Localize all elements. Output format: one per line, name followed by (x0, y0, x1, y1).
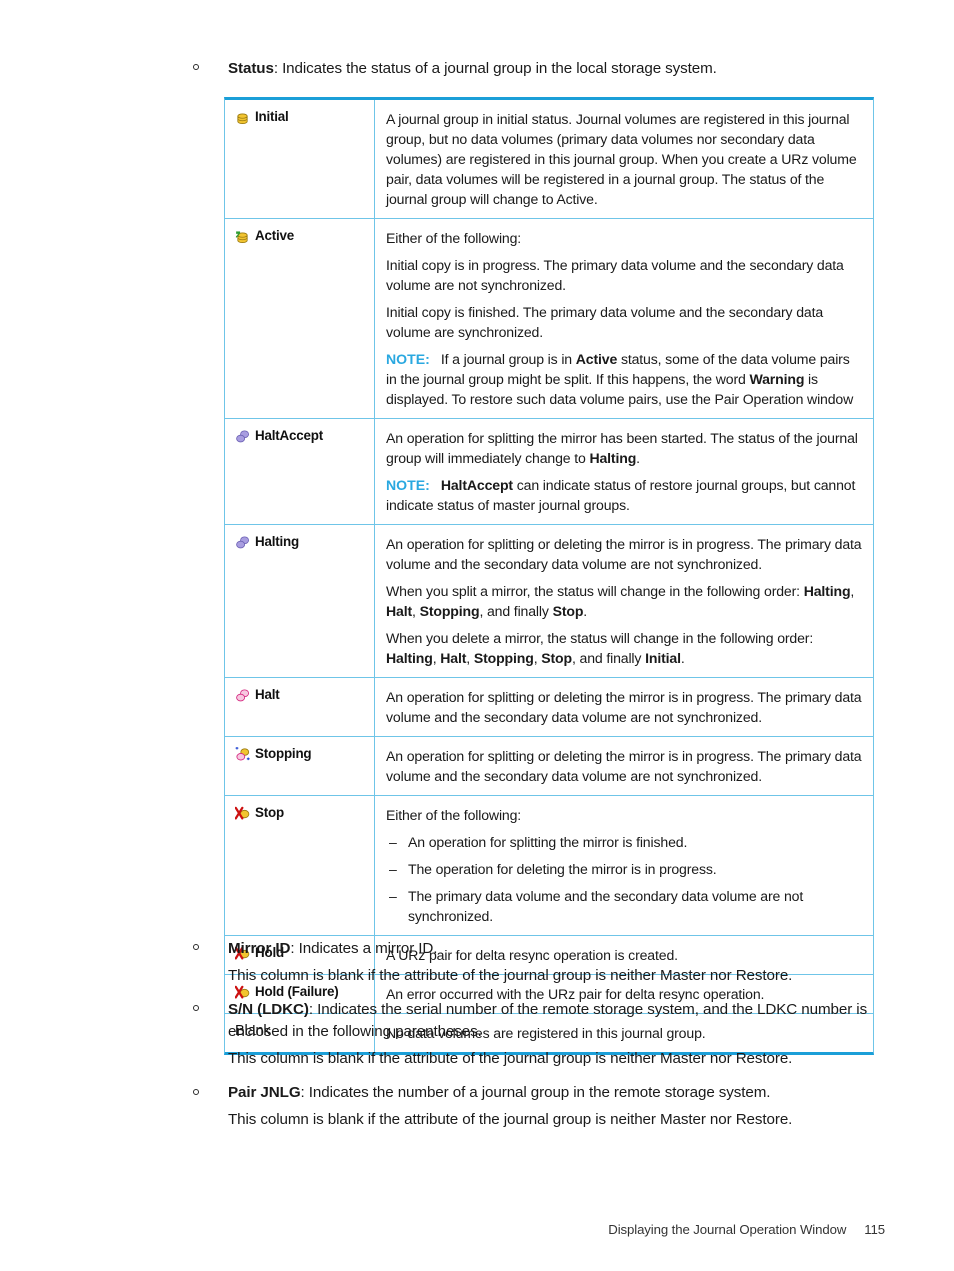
status-label-cell: Halt (225, 678, 375, 736)
status-label: Initial (255, 109, 289, 124)
journal-group-active-icon (235, 228, 250, 244)
bullet-circle-icon (193, 1005, 199, 1012)
bullet-circle-icon (193, 1088, 199, 1095)
bullet-item: S/N (LDKC): Indicates the serial number … (193, 999, 893, 1043)
status-term: Status (228, 60, 274, 77)
list-item: The primary data volume and the secondar… (386, 886, 863, 926)
status-bullet-text: Status: Indicates the status of a journa… (228, 58, 893, 80)
table-row: Halting An operation for splitting or del… (225, 525, 873, 678)
list-item: The operation for deleting the mirror is… (386, 859, 863, 879)
bullet-term: S/N (LDKC) (228, 1001, 309, 1019)
status-label-cell: Halting (225, 525, 375, 677)
status-description-cell: Either of the following: An operation for… (375, 796, 873, 935)
journal-group-halt-icon (235, 687, 250, 703)
journal-group-status-table: Initial A journal group in initial status… (224, 97, 874, 1055)
table-row: HaltAccept An operation for splitting the… (225, 419, 873, 525)
description-paragraph: Initial copy is in progress. The primary… (386, 257, 844, 293)
page-footer: Displaying the Journal Operation Window 1… (0, 1222, 954, 1237)
bullet-subparagraph: This column is blank if the attribute of… (228, 967, 793, 985)
description-paragraph: An operation for splitting or deleting t… (386, 748, 862, 784)
table-row: Halt An operation for splitting or deleti… (225, 678, 873, 737)
status-description-cell: An operation for splitting the mirror ha… (375, 419, 873, 524)
description-paragraph: Initial copy is finished. The primary da… (386, 304, 824, 340)
status-label-cell: HaltAccept (225, 419, 375, 524)
bullet-text: Pair JNLG: Indicates the number of a jou… (228, 1082, 893, 1104)
status-label-cell: Stopping (225, 737, 375, 795)
table-row: Stop Either of the following: An operation… (225, 796, 873, 936)
bullet-group: Pair JNLG: Indicates the number of a jou… (193, 1082, 893, 1131)
table-row: Initial A journal group in initial status… (225, 100, 873, 219)
note-label: NOTE: (386, 477, 430, 493)
status-description-cell: Either of the following: Initial copy is … (375, 219, 873, 418)
list-item: An operation for splitting the mirror is… (386, 832, 863, 852)
status-label: Stopping (255, 746, 312, 761)
status-bullet-block: Status: Indicates the status of a journa… (193, 58, 893, 80)
description-dash-list: An operation for splitting the mirror is… (386, 832, 863, 926)
bullet-circle-icon (193, 64, 199, 71)
status-label: Halting (255, 534, 299, 549)
bullet-item: Pair JNLG: Indicates the number of a jou… (193, 1082, 893, 1104)
bullet-circle-icon (193, 944, 199, 951)
bullet-item: Mirror ID: Indicates a mirror ID. (193, 938, 893, 960)
bullet-rest: : Indicates the serial number of the rem… (228, 1001, 868, 1041)
bullet-text: Mirror ID: Indicates a mirror ID. (228, 938, 893, 960)
journal-group-haltaccept-icon (235, 428, 250, 444)
status-label: HaltAccept (255, 428, 323, 443)
status-label-cell: Active (225, 219, 375, 418)
bullet-item-status: Status: Indicates the status of a journa… (193, 58, 893, 80)
bullet-term: Pair JNLG (228, 1084, 301, 1102)
status-label: Stop (255, 805, 284, 820)
journal-group-stop-icon (235, 805, 250, 821)
footer-title: Displaying the Journal Operation Window (608, 1222, 847, 1237)
table-row: Active Either of the following: Initial co… (225, 219, 873, 419)
journal-group-initial-icon (235, 109, 250, 125)
bullet-subparagraph: This column is blank if the attribute of… (228, 1111, 793, 1129)
note-label: NOTE: (386, 351, 430, 367)
description-paragraph: When you split a mirror, the status will… (386, 583, 855, 619)
bullet-subparagraph: This column is blank if the attribute of… (228, 1050, 793, 1068)
note-paragraph: NOTE: HaltAccept can indicate status of r… (386, 477, 856, 513)
description-paragraph: An operation for splitting the mirror ha… (386, 430, 858, 466)
table-row: Stopping An operation for splitting or de… (225, 737, 873, 796)
status-label-cell: Stop (225, 796, 375, 935)
page-number: 115 (864, 1222, 885, 1237)
status-label: Halt (255, 687, 280, 702)
description-paragraph: An operation for splitting or deleting t… (386, 689, 862, 725)
status-description-cell: A journal group in initial status. Journ… (375, 100, 873, 218)
bullet-rest: : Indicates a mirror ID. (290, 940, 438, 957)
status-label-cell: Initial (225, 100, 375, 218)
bullet-text: S/N (LDKC): Indicates the serial number … (228, 999, 893, 1043)
description-paragraph: A journal group in initial status. Journ… (386, 111, 857, 207)
status-label: Active (255, 228, 294, 243)
bullet-group: Mirror ID: Indicates a mirror ID. This co… (193, 938, 893, 987)
attribute-bullets-block: Mirror ID: Indicates a mirror ID. This co… (193, 938, 893, 1143)
status-description-cell: An operation for splitting or deleting t… (375, 678, 873, 736)
bullet-term: Mirror ID (228, 940, 291, 957)
bullet-group: S/N (LDKC): Indicates the serial number … (193, 999, 893, 1070)
description-paragraph: Either of the following: (386, 230, 522, 246)
status-description-cell: An operation for splitting or deleting t… (375, 525, 873, 677)
description-paragraph: Either of the following: (386, 807, 522, 823)
document-page: Status: Indicates the status of a journa… (0, 0, 954, 1271)
description-paragraph: An operation for splitting or deleting t… (386, 536, 862, 572)
note-paragraph: NOTE: If a journal group is in Active sta… (386, 351, 854, 407)
status-rest: : Indicates the status of a journal grou… (273, 60, 717, 77)
journal-group-halting-icon (235, 534, 250, 550)
bullet-rest: : Indicates the number of a journal grou… (300, 1084, 771, 1102)
status-description-cell: An operation for splitting or deleting t… (375, 737, 873, 795)
description-paragraph: When you delete a mirror, the status wil… (386, 630, 814, 666)
journal-group-stopping-icon (235, 746, 250, 762)
